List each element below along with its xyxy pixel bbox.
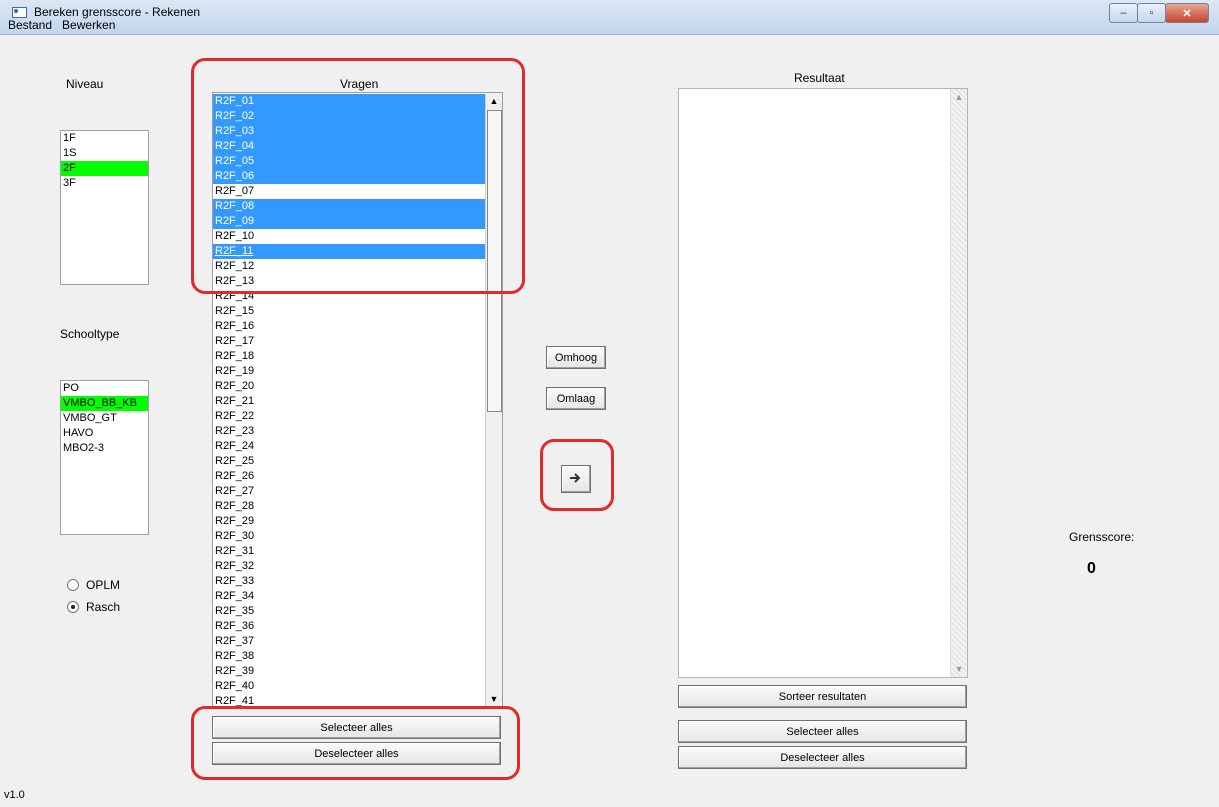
vragen-list-item[interactable]: R2F_21 <box>213 394 485 409</box>
niveau-list-item[interactable]: 1S <box>61 146 148 161</box>
resultaat-scroll-down-icon[interactable]: ▼ <box>951 661 967 677</box>
radio-oplm[interactable]: OPLM <box>67 578 120 592</box>
vragen-list-item[interactable]: R2F_08 <box>213 199 485 214</box>
vragen-list-item[interactable]: R2F_28 <box>213 499 485 514</box>
radio-rasch-label: Rasch <box>86 600 121 614</box>
title-bar: Bereken grensscore - Rekenen – ▫ ✕ Besta… <box>0 0 1219 35</box>
vragen-list-item[interactable]: R2F_04 <box>213 139 485 154</box>
vragen-list-item[interactable]: R2F_41 <box>213 694 485 707</box>
close-button[interactable]: ✕ <box>1165 3 1209 23</box>
scroll-down-icon[interactable]: ▼ <box>486 691 502 707</box>
vragen-list-item[interactable]: R2F_23 <box>213 424 485 439</box>
vragen-list-item[interactable]: R2F_20 <box>213 379 485 394</box>
move-down-button[interactable]: Omlaag <box>546 387 606 410</box>
minimize-button[interactable]: – <box>1109 3 1138 23</box>
vragen-list-item[interactable]: R2F_10 <box>213 229 485 244</box>
vragen-list-item[interactable]: R2F_11 <box>213 244 485 259</box>
sort-results-button[interactable]: Sorteer resultaten <box>678 685 967 708</box>
resultaat-label: Resultaat <box>794 71 845 85</box>
niveau-list-item[interactable]: 3F <box>61 176 148 191</box>
niveau-list-item[interactable]: 1F <box>61 131 148 146</box>
grensscore-value: 0 <box>1087 560 1096 577</box>
vragen-list-item[interactable]: R2F_03 <box>213 124 485 139</box>
vragen-list-item[interactable]: R2F_35 <box>213 604 485 619</box>
resultaat-deselect-all-button[interactable]: Deselecteer alles <box>678 746 967 769</box>
move-up-button[interactable]: Omhoog <box>546 346 606 369</box>
menu-bewerken[interactable]: Bewerken <box>57 18 120 34</box>
schooltype-list-item[interactable]: PO <box>61 381 148 396</box>
vragen-list-item[interactable]: R2F_14 <box>213 289 485 304</box>
vragen-select-all-button[interactable]: Selecteer alles <box>212 716 501 739</box>
vragen-list-item[interactable]: R2F_12 <box>213 259 485 274</box>
vragen-list-item[interactable]: R2F_09 <box>213 214 485 229</box>
vragen-list-item[interactable]: R2F_26 <box>213 469 485 484</box>
version-label: v1.0 <box>4 789 25 801</box>
arrow-right-icon <box>570 472 581 483</box>
move-right-button[interactable] <box>561 465 591 493</box>
schooltype-list-item[interactable]: HAVO <box>61 426 148 441</box>
vragen-rows: R2F_01 R2F_02 R2F_03 R2F_04 R2F_05 R2F_06 R2F_… <box>213 94 485 707</box>
vragen-list-item[interactable]: R2F_40 <box>213 679 485 694</box>
vragen-scrollbar[interactable]: ▲ ▼ <box>485 93 502 707</box>
vragen-list-item[interactable]: R2F_34 <box>213 589 485 604</box>
grensscore-label: Grensscore: <box>1069 530 1135 544</box>
scroll-thumb[interactable] <box>487 110 502 412</box>
vragen-list-item[interactable]: R2F_36 <box>213 619 485 634</box>
vragen-list-item[interactable]: R2F_33 <box>213 574 485 589</box>
schooltype-list-item[interactable]: MBO2-3 <box>61 441 148 456</box>
resultaat-scroll-up-icon[interactable]: ▲ <box>951 89 967 105</box>
vragen-list-item[interactable]: R2F_06 <box>213 169 485 184</box>
vragen-list-item[interactable]: R2F_32 <box>213 559 485 574</box>
vragen-list-item[interactable]: R2F_37 <box>213 634 485 649</box>
radio-oplm-indicator[interactable] <box>67 579 79 591</box>
vragen-listbox[interactable]: R2F_01 R2F_02 R2F_03 R2F_04 R2F_05 R2F_06 R2F_… <box>212 92 503 708</box>
schooltype-listbox[interactable]: PO VMBO_BB_KB VMBO_GT HAVO MBO2-3 <box>60 380 149 535</box>
window-controls: – ▫ ✕ <box>1109 3 1209 23</box>
schooltype-list-item[interactable]: VMBO_BB_KB <box>61 396 148 411</box>
vragen-list-item[interactable]: R2F_18 <box>213 349 485 364</box>
vragen-list-item[interactable]: R2F_38 <box>213 649 485 664</box>
menu-bar: Bestand Bewerken <box>0 18 120 34</box>
vragen-list-item[interactable]: R2F_24 <box>213 439 485 454</box>
vragen-list-item[interactable]: R2F_07 <box>213 184 485 199</box>
vragen-list-item[interactable]: R2F_30 <box>213 529 485 544</box>
vragen-list-item[interactable]: R2F_22 <box>213 409 485 424</box>
vragen-list-item[interactable]: R2F_25 <box>213 454 485 469</box>
vragen-list-item[interactable]: R2F_31 <box>213 544 485 559</box>
resultaat-select-all-button[interactable]: Selecteer alles <box>678 720 967 743</box>
niveau-listbox[interactable]: 1F 1S 2F 3F <box>60 130 149 285</box>
radio-rasch[interactable]: Rasch <box>67 600 120 614</box>
scroll-up-icon[interactable]: ▲ <box>486 93 502 109</box>
window-title: Bereken grensscore - Rekenen <box>34 5 201 19</box>
vragen-list-item[interactable]: R2F_19 <box>213 364 485 379</box>
radio-rasch-indicator[interactable] <box>67 601 79 613</box>
maximize-button[interactable]: ▫ <box>1137 3 1166 23</box>
vragen-list-item[interactable]: R2F_01 <box>213 94 485 109</box>
niveau-list-item[interactable]: 2F <box>61 161 148 176</box>
vragen-list-item[interactable]: R2F_39 <box>213 664 485 679</box>
vragen-list-item[interactable]: R2F_16 <box>213 319 485 334</box>
vragen-list-item[interactable]: R2F_15 <box>213 304 485 319</box>
schooltype-label: Schooltype <box>60 327 120 341</box>
vragen-list-item[interactable]: R2F_13 <box>213 274 485 289</box>
vragen-list-item[interactable]: R2F_29 <box>213 514 485 529</box>
vragen-list-item[interactable]: R2F_17 <box>213 334 485 349</box>
resultaat-scrollbar[interactable]: ▲ ▼ <box>950 89 967 677</box>
niveau-label: Niveau <box>66 77 104 91</box>
resultaat-listbox[interactable]: ▲ ▼ <box>678 88 968 678</box>
schooltype-list-item[interactable]: VMBO_GT <box>61 411 148 426</box>
radio-oplm-label: OPLM <box>86 578 121 592</box>
app-icon <box>12 7 27 18</box>
vragen-list-item[interactable]: R2F_05 <box>213 154 485 169</box>
vragen-label: Vragen <box>340 77 379 91</box>
menu-bestand[interactable]: Bestand <box>0 18 57 34</box>
vragen-list-item[interactable]: R2F_02 <box>213 109 485 124</box>
vragen-list-item[interactable]: R2F_27 <box>213 484 485 499</box>
vragen-deselect-all-button[interactable]: Deselecteer alles <box>212 742 501 765</box>
